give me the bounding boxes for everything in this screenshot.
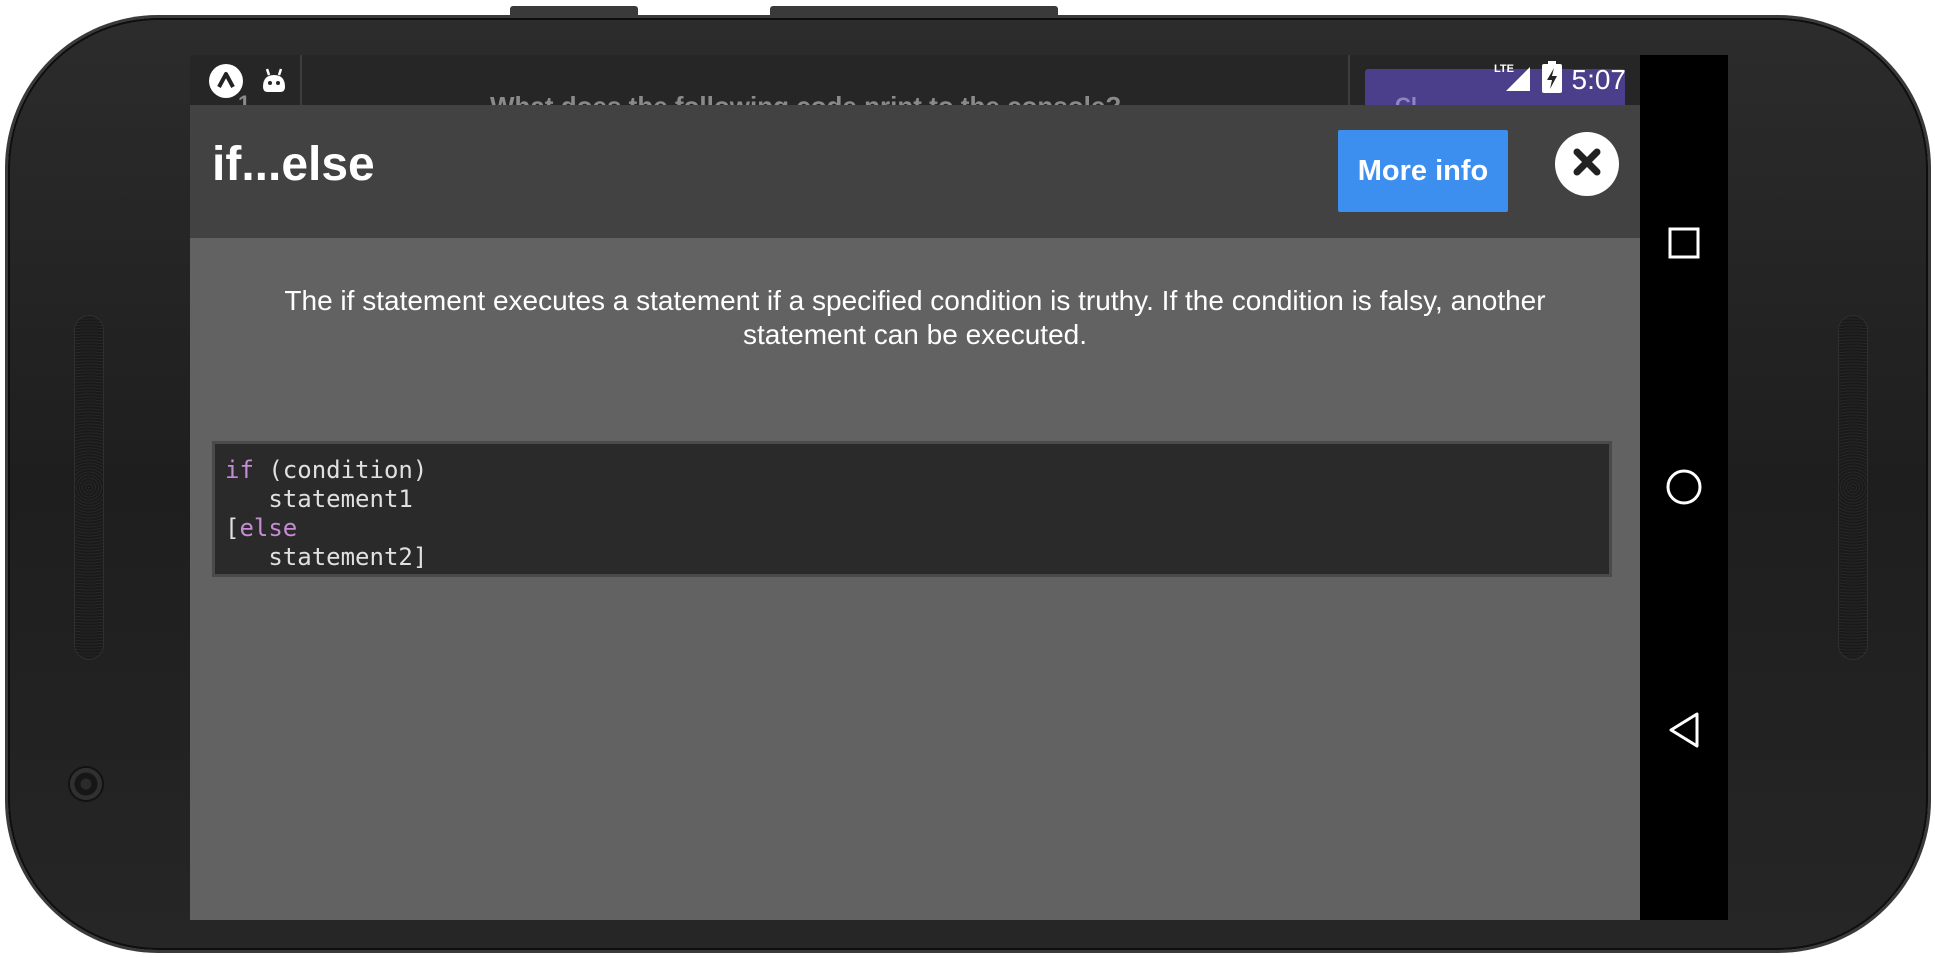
- header-divider: [1348, 55, 1350, 105]
- code-keyword-else: else: [239, 514, 298, 542]
- close-button[interactable]: [1555, 132, 1619, 196]
- recent-apps-icon: [1667, 226, 1701, 265]
- device-frame-stage: 1 What does the following code print to …: [0, 0, 1935, 958]
- code-bracket-open: [: [225, 514, 240, 542]
- background-app-header: 1 What does the following code print to …: [190, 55, 1640, 121]
- recent-apps-button[interactable]: [1640, 201, 1728, 289]
- back-icon: [1665, 710, 1703, 755]
- description-text: The if statement executes a statement if…: [284, 285, 1546, 350]
- code-statement2: statement2]: [225, 543, 428, 571]
- status-bar-left: [208, 63, 290, 104]
- right-speaker-grille: [1838, 315, 1868, 660]
- volume-button: [770, 6, 1058, 18]
- back-button[interactable]: [1640, 688, 1728, 776]
- power-button: [510, 6, 638, 18]
- modal-title: if...else: [212, 138, 375, 191]
- modal-body: The if statement executes a statement if…: [190, 238, 1640, 920]
- svg-text:LTE: LTE: [1494, 63, 1514, 75]
- code-condition: (condition): [253, 456, 428, 484]
- signal-icon: LTE: [1494, 61, 1532, 98]
- android-nav-bar: [1640, 55, 1728, 920]
- app-launcher-icon: [208, 63, 244, 104]
- android-debug-icon: [258, 65, 290, 102]
- modal-header: if...else More info: [190, 105, 1640, 238]
- code-statement1: statement1: [225, 485, 413, 513]
- battery-charging-icon: [1541, 61, 1562, 98]
- more-info-button[interactable]: More info: [1338, 130, 1508, 212]
- front-camera: [70, 768, 102, 800]
- home-icon: [1664, 467, 1704, 512]
- home-button[interactable]: [1640, 445, 1728, 533]
- left-speaker-grille: [74, 315, 104, 660]
- code-keyword-if: if: [225, 456, 254, 484]
- status-time: 5:07: [1571, 63, 1627, 95]
- header-divider: [300, 55, 302, 105]
- status-bar-right: LTE 5:07: [1494, 61, 1627, 98]
- code-block: if (condition) statement1 [else statemen…: [212, 441, 1612, 577]
- close-icon: [1570, 145, 1604, 184]
- device-screen: 1 What does the following code print to …: [190, 55, 1640, 920]
